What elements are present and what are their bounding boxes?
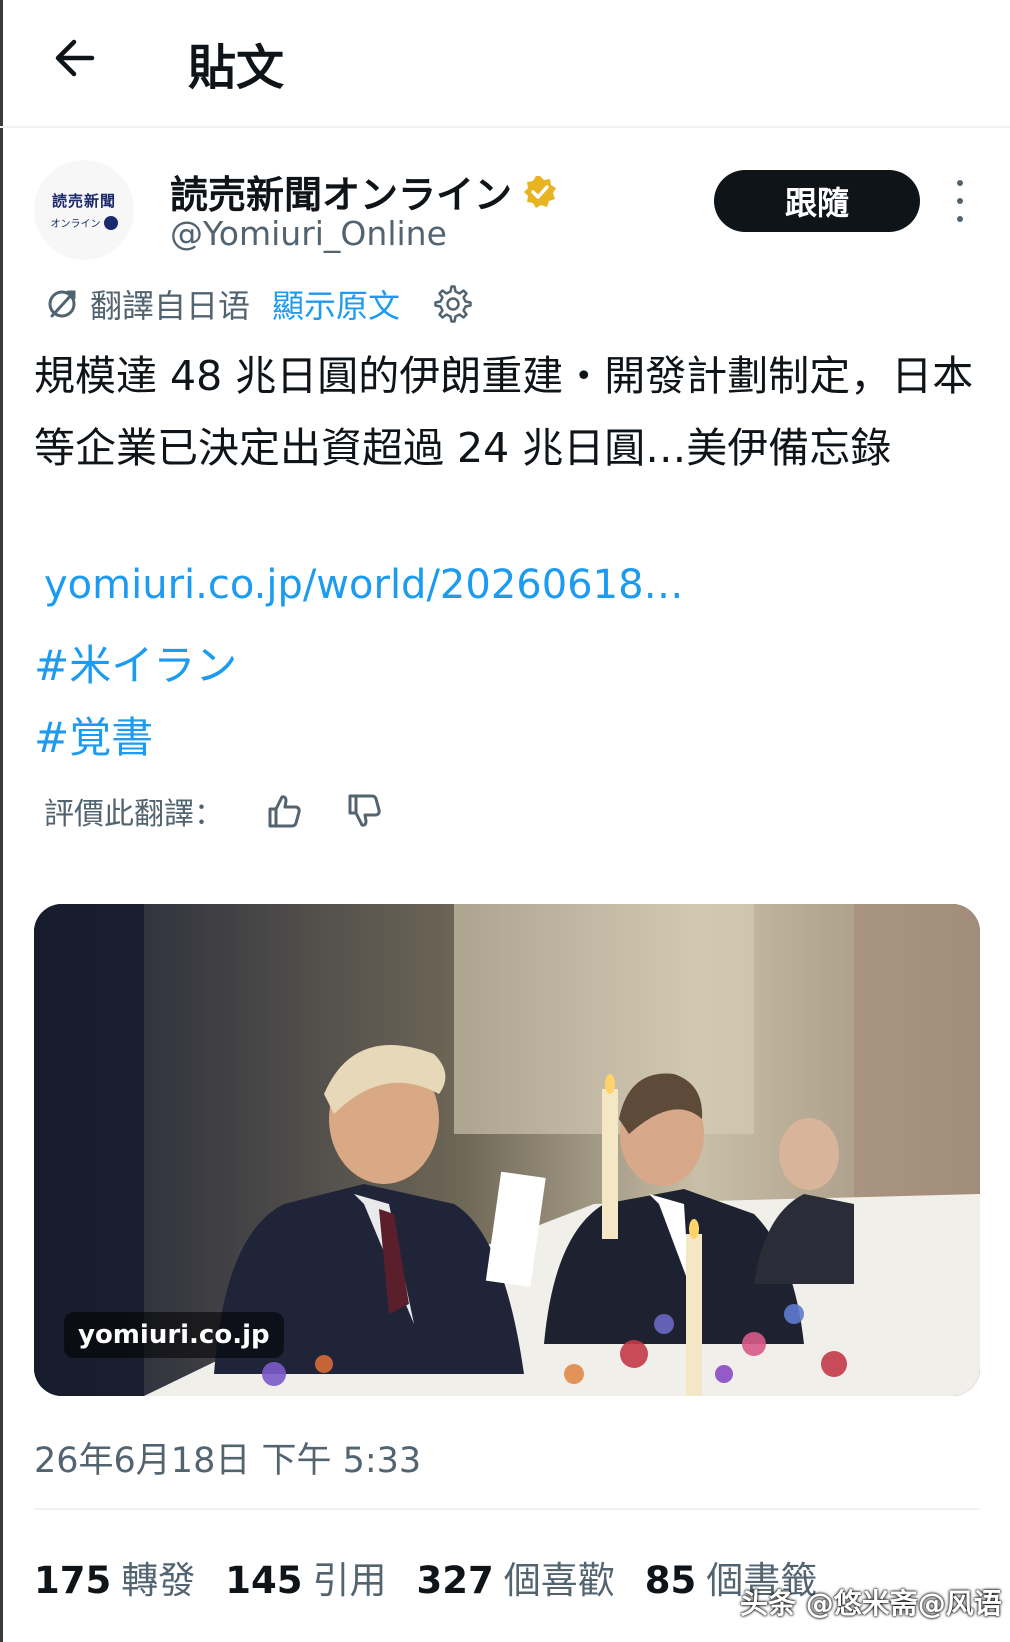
- rate-translation-row: 評價此翻譯：: [44, 786, 384, 836]
- gear-icon[interactable]: [434, 285, 472, 323]
- media-source-caption: yomiuri.co.jp: [64, 1312, 284, 1358]
- author-name-text: 読売新聞オンライン: [170, 173, 513, 217]
- article-link[interactable]: yomiuri.co.jp/world/20260618…: [44, 562, 684, 608]
- post-timestamp[interactable]: 26年6月18日 下午 5:33: [34, 1432, 421, 1483]
- reposts-stat[interactable]: 175 轉發: [34, 1550, 195, 1604]
- stat-label: 引用: [312, 1559, 387, 1602]
- engagement-stats: 175 轉發 145 引用 327 個喜歡 85 個書籤: [34, 1550, 817, 1604]
- rate-translation-label: 評價此翻譯：: [44, 797, 224, 832]
- back-button[interactable]: [44, 30, 104, 86]
- stat-value: 85: [644, 1559, 697, 1602]
- stat-value: 175: [34, 1559, 112, 1602]
- thumbs-down-icon[interactable]: [344, 791, 384, 831]
- tweet-text: 規模達 48 兆日圓的伊朗重建・開發計劃制定，日本等企業已決定出資超過 24 兆…: [34, 352, 974, 472]
- arrow-left-icon: [55, 39, 95, 77]
- follow-button[interactable]: 跟隨: [714, 170, 920, 232]
- likes-stat[interactable]: 327 個喜歡: [416, 1550, 614, 1604]
- avatar-logo-text: 読売新聞: [51, 192, 116, 210]
- hashtag-link[interactable]: #米イラン: [34, 632, 237, 693]
- thumbs-up-icon[interactable]: [264, 791, 304, 831]
- avatar[interactable]: 読売新聞 オンライン: [34, 160, 134, 260]
- stat-label: 個喜歡: [503, 1559, 615, 1602]
- quotes-stat[interactable]: 145 引用: [225, 1550, 386, 1604]
- author-name[interactable]: 読売新聞オンライン: [170, 164, 558, 219]
- stat-label: 轉發: [121, 1559, 196, 1602]
- stat-value: 145: [225, 1559, 303, 1602]
- more-options-icon[interactable]: [948, 180, 972, 222]
- top-bar: 貼文: [0, 0, 1010, 128]
- translate-icon: [48, 290, 76, 318]
- tweet-media-video[interactable]: yomiuri.co.jp: [34, 904, 980, 1396]
- window-edge: [0, 0, 3, 1642]
- translated-from-label: 翻譯自日语: [90, 287, 251, 325]
- divider: [34, 1508, 980, 1510]
- stat-value: 327: [416, 1559, 494, 1602]
- avatar-logo-subtext: オンライン: [51, 215, 118, 230]
- verified-badge-icon: [524, 175, 557, 208]
- show-original-link[interactable]: 顯示原文: [272, 281, 400, 327]
- avatar-logo-subtext-label: オンライン: [50, 219, 101, 230]
- logo-dot-icon: [103, 215, 118, 230]
- hashtag-link[interactable]: #覚書: [34, 704, 153, 765]
- page-title: 貼文: [188, 40, 285, 96]
- watermark: 头条 @悠米斋@风语: [740, 1587, 1002, 1620]
- author-handle[interactable]: @Yomiuri_Online: [170, 214, 447, 253]
- translation-row: 翻譯自日语 顯示原文: [44, 282, 472, 326]
